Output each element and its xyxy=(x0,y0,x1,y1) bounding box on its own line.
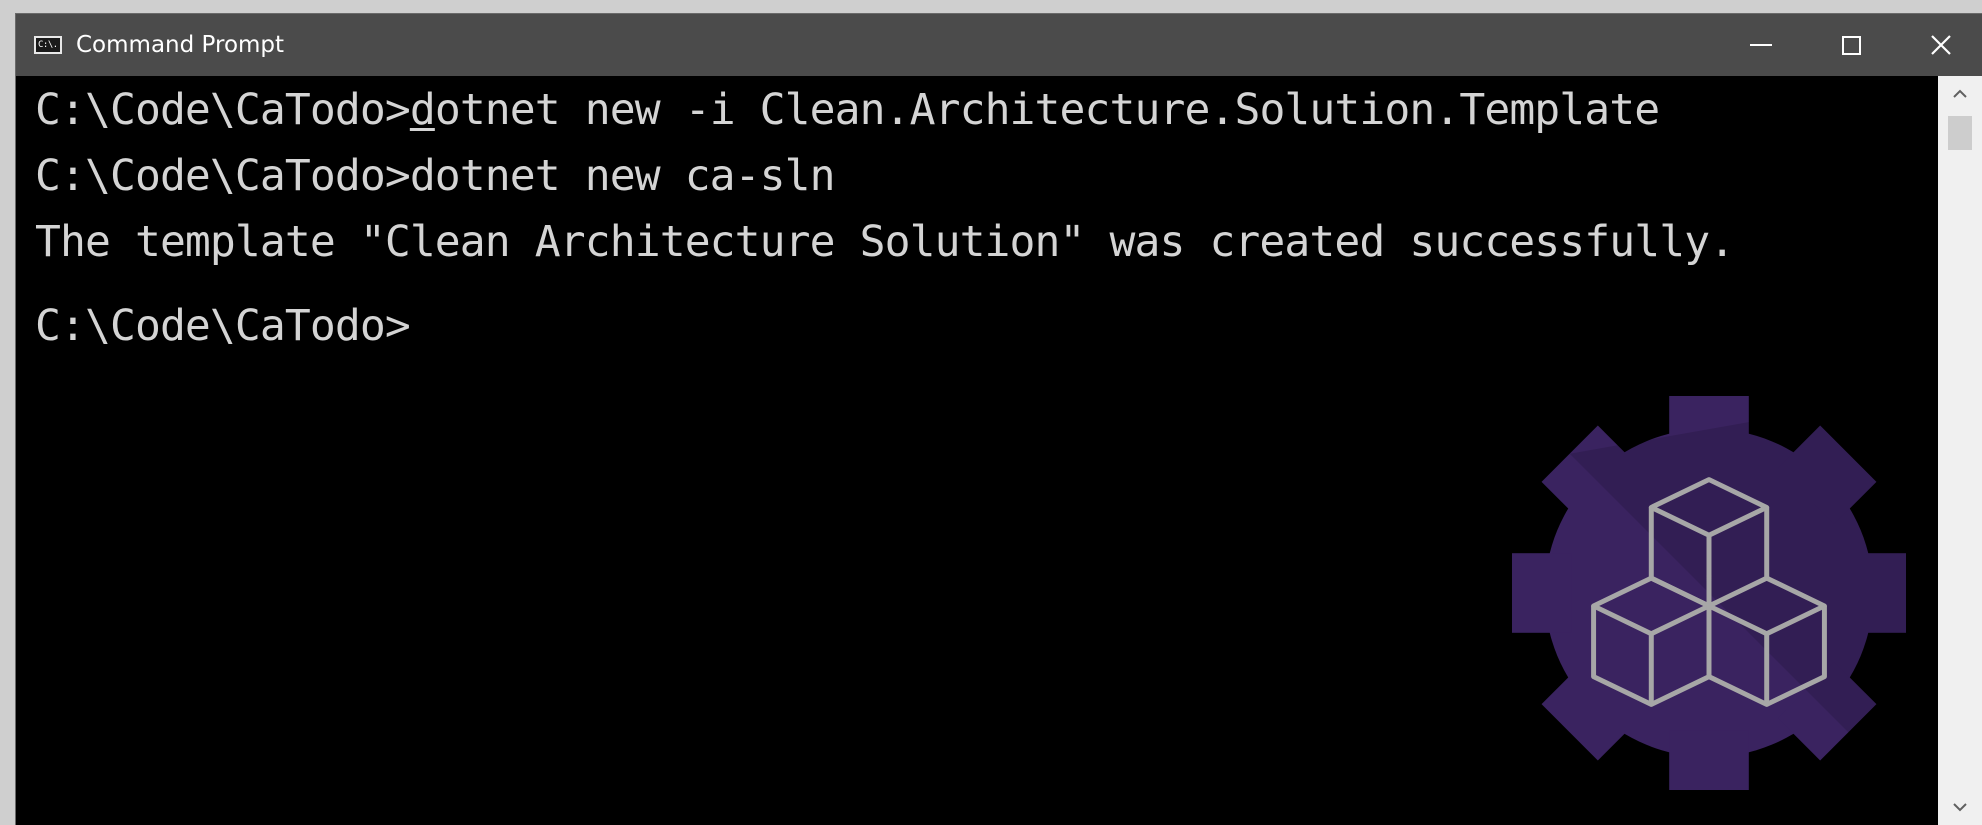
maximize-button[interactable] xyxy=(1806,14,1896,76)
maximize-icon xyxy=(1841,35,1861,55)
prompt-text: C:\Code\CaTodo> xyxy=(35,85,411,135)
title-bar[interactable]: C:\. Command Prompt xyxy=(16,14,1982,76)
terminal-line-3: The template "Clean Architecture Solutio… xyxy=(35,217,1735,267)
terminal-line-2: C:\Code\CaTodo>dotnet new ca-sln xyxy=(35,151,836,201)
cursor: d xyxy=(409,85,436,135)
scroll-up-button[interactable] xyxy=(1938,76,1982,112)
clean-architecture-logo xyxy=(1511,394,1908,792)
minimize-button[interactable] xyxy=(1716,14,1806,76)
command-prompt-window: C:\. Command Prompt C:\Code\CaTodo>dotne… xyxy=(16,14,1982,825)
chevron-down-icon xyxy=(1953,803,1967,812)
scroll-thumb[interactable] xyxy=(1948,116,1972,150)
terminal-output[interactable]: C:\Code\CaTodo>dotnet new -i Clean.Archi… xyxy=(16,76,1938,825)
close-icon xyxy=(1931,35,1951,55)
scroll-down-button[interactable] xyxy=(1938,789,1982,825)
close-button[interactable] xyxy=(1896,14,1982,76)
vertical-scrollbar[interactable] xyxy=(1938,76,1982,825)
window-title: Command Prompt xyxy=(76,32,285,58)
cmd-icon[interactable]: C:\. xyxy=(34,36,62,54)
chevron-up-icon xyxy=(1953,89,1967,98)
terminal-line-1: C:\Code\CaTodo>dotnet new -i Clean.Archi… xyxy=(35,82,1660,138)
command-text: otnet new -i Clean.Architecture.Solution… xyxy=(434,85,1660,135)
terminal-prompt-line: C:\Code\CaTodo> xyxy=(35,301,411,351)
minimize-icon xyxy=(1750,44,1772,46)
